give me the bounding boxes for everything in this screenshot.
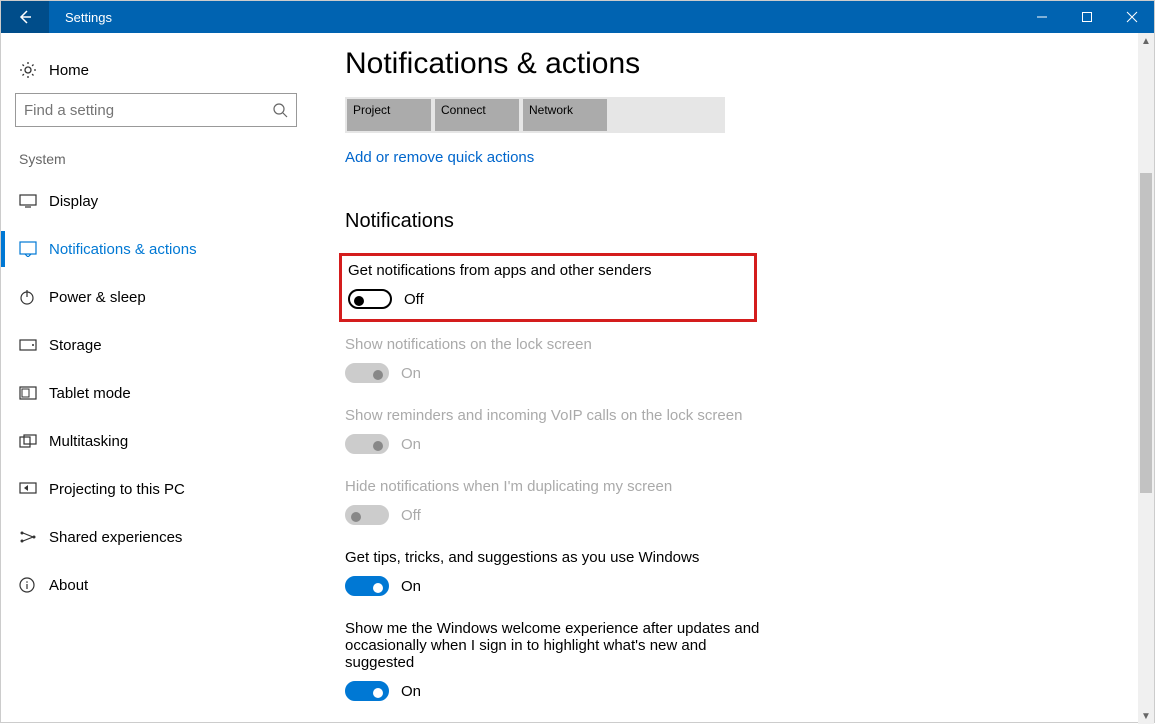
nav-display[interactable]: Display <box>1 177 311 225</box>
nav-about[interactable]: About <box>1 561 311 609</box>
nav-label: Notifications & actions <box>49 241 197 258</box>
nav-label: Display <box>49 193 98 210</box>
toggle-welcome-experience[interactable] <box>345 681 389 701</box>
projecting-icon <box>19 482 49 496</box>
scrollbar-arrow-down[interactable]: ▼ <box>1138 708 1154 724</box>
highlight-box: Get notifications from apps and other se… <box>339 253 757 322</box>
sidebar: Home System Display Notifications & acti… <box>1 33 311 724</box>
setting-label-5: Show me the Windows welcome experience a… <box>345 620 775 671</box>
setting-label-0: Get notifications from apps and other se… <box>342 262 754 279</box>
maximize-button[interactable] <box>1064 1 1109 33</box>
notifications-icon <box>19 241 49 257</box>
nav-shared-experiences[interactable]: Shared experiences <box>1 513 311 561</box>
page-title: Notifications & actions <box>345 47 1105 81</box>
shared-icon <box>19 529 49 545</box>
toggle-get-notifications[interactable] <box>348 289 392 309</box>
scrollbar-thumb[interactable] <box>1140 173 1152 493</box>
scrollbar[interactable]: ▲ ▼ <box>1138 33 1154 724</box>
notifications-section-title: Notifications <box>345 210 1105 233</box>
toggle-lock-screen-notifications <box>345 363 389 383</box>
search-box[interactable] <box>15 93 297 127</box>
maximize-icon <box>1081 11 1093 23</box>
nav-projecting[interactable]: Projecting to this PC <box>1 465 311 513</box>
nav-notifications-actions[interactable]: Notifications & actions <box>1 225 311 273</box>
toggle-state-5: On <box>401 683 421 700</box>
tablet-icon <box>19 386 49 400</box>
toggle-tips-tricks[interactable] <box>345 576 389 596</box>
nav-label: Shared experiences <box>49 529 182 546</box>
toggle-hide-duplicating <box>345 505 389 525</box>
setting-label-4: Get tips, tricks, and suggestions as you… <box>345 549 775 566</box>
qa-tile-connect[interactable]: Connect <box>435 99 519 131</box>
minimize-icon <box>1036 11 1048 23</box>
window-title: Settings <box>65 10 112 25</box>
qa-tile-network[interactable]: Network <box>523 99 607 131</box>
category-header: System <box>1 145 311 177</box>
nav-storage[interactable]: Storage <box>1 321 311 369</box>
nav-label: About <box>49 577 88 594</box>
toggle-state-1: On <box>401 365 421 382</box>
quick-actions-row: Project Connect Network <box>345 97 725 133</box>
nav-multitasking[interactable]: Multitasking <box>1 417 311 465</box>
main-panel: Notifications & actions Project Connect … <box>311 33 1154 724</box>
multitasking-icon <box>19 434 49 448</box>
nav-power-sleep[interactable]: Power & sleep <box>1 273 311 321</box>
toggle-state-2: On <box>401 436 421 453</box>
toggle-state-4: On <box>401 578 421 595</box>
back-button[interactable] <box>1 1 49 33</box>
setting-label-1: Show notifications on the lock screen <box>345 336 775 353</box>
search-input[interactable] <box>24 102 272 119</box>
toggle-reminders-voip <box>345 434 389 454</box>
setting-label-2: Show reminders and incoming VoIP calls o… <box>345 407 775 424</box>
quick-actions-link[interactable]: Add or remove quick actions <box>345 149 1105 166</box>
info-icon <box>19 577 49 593</box>
nav-tablet-mode[interactable]: Tablet mode <box>1 369 311 417</box>
gear-icon <box>19 61 49 79</box>
content-area: Home System Display Notifications & acti… <box>1 33 1154 724</box>
toggle-state-3: Off <box>401 507 421 524</box>
nav-label: Tablet mode <box>49 385 131 402</box>
search-icon <box>272 102 288 118</box>
close-button[interactable] <box>1109 1 1154 33</box>
nav-label: Multitasking <box>49 433 128 450</box>
toggle-state-0: Off <box>404 291 424 308</box>
nav-label: Power & sleep <box>49 289 146 306</box>
power-icon <box>19 289 49 305</box>
nav-label: Projecting to this PC <box>49 481 185 498</box>
search-wrap <box>1 93 311 145</box>
home-button[interactable]: Home <box>1 51 311 93</box>
monitor-icon <box>19 194 49 208</box>
titlebar: Settings <box>1 1 1154 33</box>
storage-icon <box>19 339 49 351</box>
scrollbar-arrow-up[interactable]: ▲ <box>1138 33 1154 49</box>
home-label: Home <box>49 62 89 79</box>
minimize-button[interactable] <box>1019 1 1064 33</box>
arrow-left-icon <box>17 9 33 25</box>
window-controls <box>989 1 1154 33</box>
nav-label: Storage <box>49 337 102 354</box>
qa-tile-project[interactable]: Project <box>347 99 431 131</box>
setting-label-3: Hide notifications when I'm duplicating … <box>345 478 775 495</box>
close-icon <box>1126 11 1138 23</box>
